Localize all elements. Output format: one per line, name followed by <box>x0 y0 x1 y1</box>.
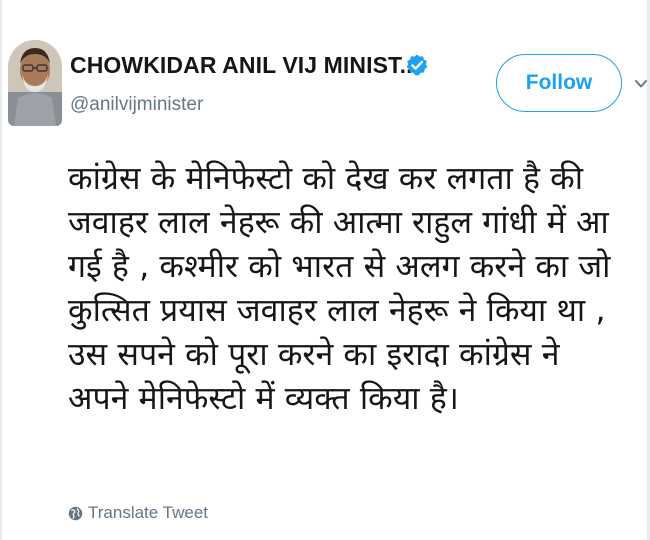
translate-tweet-label: Translate Tweet <box>88 503 209 522</box>
tweet-text-line: गई है , कश्मीर को भारत से अलग करने का जो <box>68 247 611 285</box>
globe-icon <box>68 506 83 520</box>
tweet-text: कांग्रेस के मेनिफेस्टो को देख कर लगता है… <box>68 156 642 420</box>
avatar[interactable] <box>8 40 62 126</box>
tweet-text-line: कांग्रेस के मेनिफेस्टो को देख कर लगता है… <box>68 159 584 197</box>
left-border <box>0 0 2 540</box>
translate-tweet-link[interactable]: Translate Tweet <box>68 502 208 524</box>
tweet-text-line: अपने मेनिफेस्टो में व्यक्त किया है। <box>68 379 459 417</box>
tweet-text-line: जवाहर लाल नेहरू की आत्मा राहुल गांधी में… <box>68 203 609 241</box>
user-handle[interactable]: @anilvijminister <box>70 94 203 116</box>
verified-badge-icon <box>406 54 428 76</box>
chevron-down-icon[interactable] <box>634 78 648 90</box>
tweet-text-line: उस सपने को पूरा करने का इरादा कांग्रेस न… <box>68 335 560 373</box>
follow-button[interactable]: Follow <box>496 54 622 112</box>
avatar-image <box>8 40 62 126</box>
tweet-text-line: कुत्सित प्रयास जवाहर लाल नेहरू ने किया थ… <box>68 291 606 329</box>
display-name[interactable]: CHOWKIDAR ANIL VIJ MINIST... <box>70 52 419 79</box>
